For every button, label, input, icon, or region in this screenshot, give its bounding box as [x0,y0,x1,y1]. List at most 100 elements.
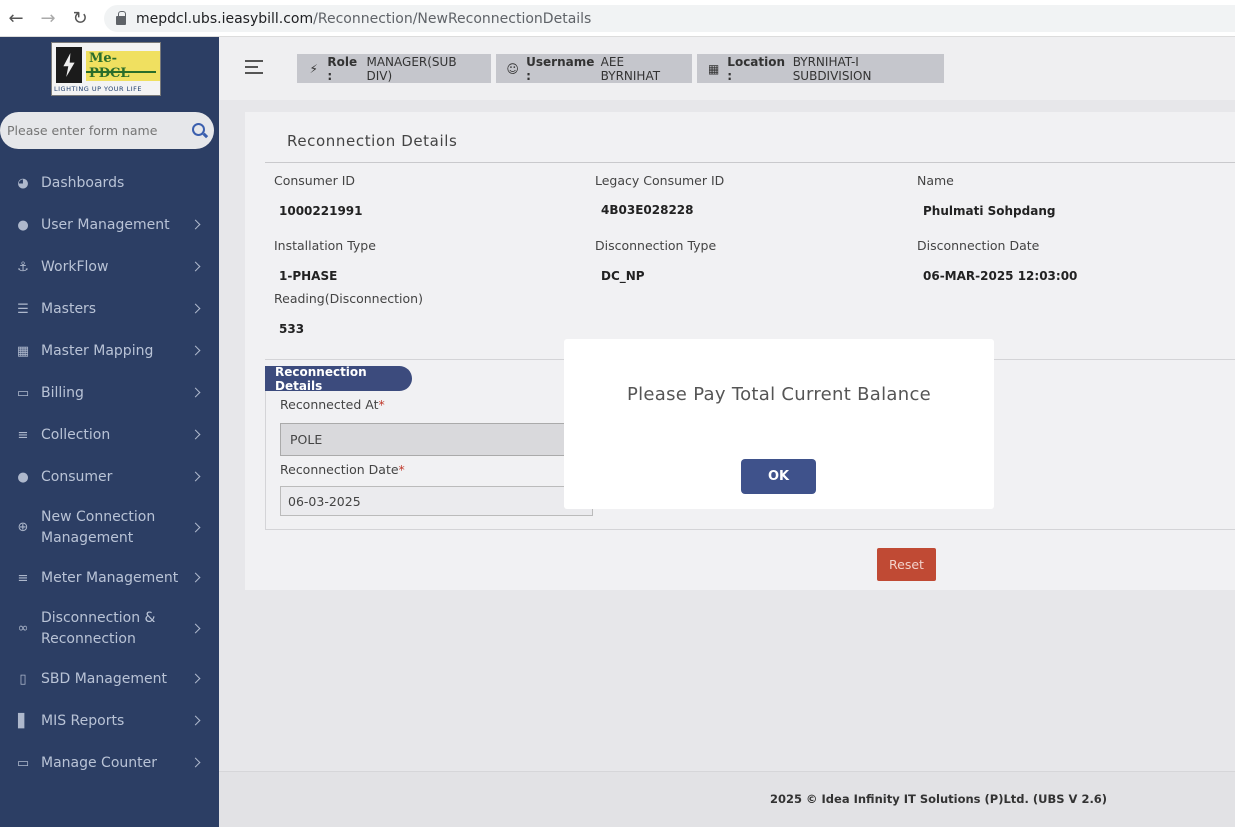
search-icon[interactable] [192,123,205,136]
disconnection-type-value: DC_NP [601,269,645,283]
monitor-icon: ▭ [16,385,30,401]
sidebar-item-label: User Management [41,217,170,233]
page-title: Reconnection Details [287,132,458,150]
logo-tagline: LIGHTING UP YOUR LIFE [54,85,143,93]
chevron-right-icon [190,387,201,398]
logo[interactable]: Me-PDCL LIGHTING UP YOUR LIFE [51,42,161,96]
sidebar-item-collection[interactable]: ≡ Collection [0,414,219,456]
installation-type-label: Installation Type [274,238,376,253]
reconnection-date-label: Reconnection Date* [280,462,405,477]
chevron-right-icon [190,219,201,230]
url-path: /Reconnection/NewReconnectionDetails [313,10,592,27]
sidebar-item-workflow[interactable]: ⚓ WorkFlow [0,246,219,288]
lightning-logo-icon [56,47,82,83]
section-title-pill: Reconnection Details [265,365,412,393]
back-arrow-icon[interactable]: ← [0,0,32,37]
sidebar-item-label: Masters [41,301,97,317]
required-mark: * [378,397,385,412]
chevron-right-icon [190,429,201,440]
consumer-id-value: 1000221991 [279,204,363,218]
link-icon: ∞ [17,621,29,636]
sidebar-item-label: Master Mapping [41,343,154,359]
name-label: Name [917,173,954,188]
reload-icon[interactable]: ↻ [64,0,96,37]
address-bar[interactable]: mepdcl.ubs.ieasybill.com/Reconnection/Ne… [104,5,1235,32]
modal-message: Please Pay Total Current Balance [626,384,932,405]
ok-button[interactable]: OK [741,459,816,494]
legacy-consumer-id-label: Legacy Consumer ID [595,173,725,188]
url-host: mepdcl.ubs.ieasybill.com [136,10,314,27]
sidebar-item-sbd-management[interactable]: ▯ SBD Management [0,658,219,700]
browser-toolbar: ← → ↻ mepdcl.ubs.ieasybill.com/Reconnect… [0,0,1235,37]
sidebar-item-manage-counter[interactable]: ▭ Manage Counter [0,742,219,784]
chevron-right-icon [190,715,201,726]
sidebar-item-label: MIS Reports [41,713,125,729]
hamburger-menu-icon[interactable] [245,60,263,74]
footer: 2025 © Idea Infinity IT Solutions (P)Ltd… [219,771,1235,827]
mobile-icon: ▯ [19,671,27,687]
sidebar-item-user-management[interactable]: ● User Management [0,204,219,246]
sidebar-item-mis-reports[interactable]: ▋ MIS Reports [0,700,219,742]
sidebar-item-new-connection-management[interactable]: ⊕ New Connection Management [0,498,219,557]
footer-copyright: 2025 © Idea Infinity IT Solutions (P)Ltd… [770,792,1108,806]
reconnected-at-label-text: Reconnected At [280,397,379,412]
location-label: Location : [727,54,786,83]
title-divider [265,162,1235,163]
monitor-icon: ▭ [16,755,30,771]
form-search-input[interactable] [7,123,177,138]
dashboard-icon: ◕ [17,175,29,191]
sidebar-item-master-mapping[interactable]: ▦ Master Mapping [0,330,219,372]
sidebar-item-label: Billing [41,385,84,401]
user-circle-icon: ☺ [506,61,519,76]
building-icon: ▦ [707,61,720,76]
list-icon: ≡ [17,427,29,443]
role-label: Role : [327,54,358,83]
sidebar-item-label: WorkFlow [41,259,109,275]
reconnection-date-label-text: Reconnection Date [280,462,399,477]
sidebar-item-label: Collection [41,427,111,443]
sidebar-item-disconnection-reconnection[interactable]: ∞ Disconnection & Reconnection [0,599,219,658]
role-value: MANAGER(SUB DIV) [366,54,457,83]
user-icon: ● [17,469,29,485]
chevron-right-icon [190,261,201,272]
installation-type-value: 1-PHASE [279,269,338,283]
sidebar-item-dashboards[interactable]: ◕ Dashboards [0,162,219,204]
chevron-right-icon [190,303,201,314]
sidebar-item-label: SBD Management [41,671,167,687]
list-icon: ≡ [17,570,29,586]
sidebar-item-billing[interactable]: ▭ Billing [0,372,219,414]
reconnection-date-input[interactable]: 06-03-2025 [280,486,593,516]
reconnection-date-value: 06-03-2025 [288,493,361,509]
reconnected-at-value: POLE [290,432,323,447]
chevron-right-icon [190,522,201,532]
sidebar-item-label: Consumer [41,469,113,485]
reading-label: Reading(Disconnection) [274,291,423,306]
alert-modal: Please Pay Total Current Balance OK [564,339,994,509]
sidebar-item-label: Disconnection & Reconnection [41,609,156,647]
forward-arrow-icon[interactable]: → [32,0,64,37]
sidebar-item-label: New Connection Management [41,508,156,546]
disconnection-date-value: 06-MAR-2025 12:03:00 [923,269,1078,283]
required-mark: * [398,462,405,477]
layers-icon: ☰ [17,301,29,317]
sidebar-item-masters[interactable]: ☰ Masters [0,288,219,330]
legacy-consumer-id-value: 4B03E028228 [601,203,694,217]
sidebar-item-consumer[interactable]: ● Consumer [0,456,219,498]
reconnected-at-select[interactable]: POLE [280,423,592,456]
reading-value: 533 [279,322,305,336]
reset-button[interactable]: Reset [877,548,936,581]
anchor-icon: ⚓ [17,259,29,275]
chevron-right-icon [190,757,201,768]
logo-divider [86,71,156,73]
chevron-right-icon [190,572,201,583]
bolt-icon: ⚡ [309,61,318,76]
sidebar-item-meter-management[interactable]: ≡ Meter Management [0,557,219,599]
sidebar-item-label: Meter Management [41,570,179,586]
form-search [0,112,214,149]
consumer-id-label: Consumer ID [274,173,356,188]
sidebar-item-label: Dashboards [41,175,125,191]
top-bar: ⚡ Role : MANAGER(SUB DIV) ☺ Username : A… [219,37,1235,100]
username-value: AEE BYRNIHAT [600,54,661,83]
disconnection-date-label: Disconnection Date [917,238,1040,253]
name-value: Phulmati Sohpdang [923,204,1056,218]
